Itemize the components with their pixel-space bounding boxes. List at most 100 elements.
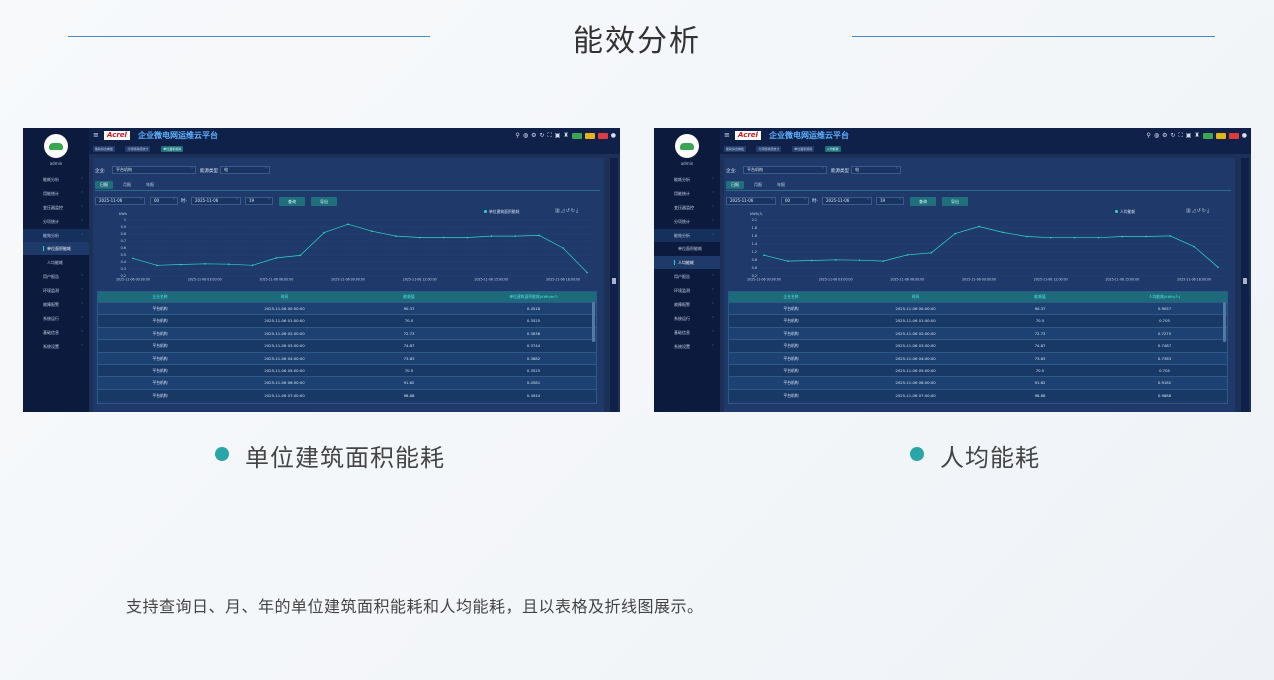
user-icon[interactable]: ● bbox=[611, 132, 616, 140]
data-point[interactable] bbox=[906, 254, 909, 256]
data-point[interactable] bbox=[1217, 266, 1219, 268]
company-select[interactable]: 平台机构 ˅ bbox=[112, 166, 196, 174]
sidebar-item[interactable]: 分项统计 ˅ bbox=[23, 215, 89, 228]
data-point[interactable] bbox=[323, 231, 325, 234]
tab[interactable]: 能耗综合看板 bbox=[93, 146, 116, 152]
end-date-input[interactable]: 2025-11-06 ˅ bbox=[822, 197, 872, 205]
status-badge[interactable] bbox=[1202, 133, 1213, 139]
data-point[interactable] bbox=[1026, 235, 1028, 238]
menu-icon[interactable]: ≡ bbox=[93, 131, 99, 139]
data-point[interactable] bbox=[299, 254, 302, 257]
tab[interactable]: 分项能耗值统计 bbox=[756, 146, 782, 152]
data-point[interactable] bbox=[1002, 231, 1004, 234]
sidebar-subitem[interactable]: 单位面积能耗 bbox=[654, 242, 720, 255]
data-point[interactable] bbox=[1121, 235, 1124, 238]
sidebar-item[interactable]: 基础信息 ˅ bbox=[654, 326, 720, 339]
sidebar-item[interactable]: 基础信息 ˅ bbox=[23, 326, 89, 339]
period-tab[interactable]: 月报 bbox=[118, 181, 136, 189]
search-icon[interactable]: ⚲ bbox=[515, 132, 519, 140]
data-point[interactable] bbox=[954, 232, 956, 235]
data-point[interactable] bbox=[787, 260, 789, 262]
data-point[interactable] bbox=[347, 223, 349, 225]
sidebar-item[interactable]: 故障报警 ˅ bbox=[654, 298, 720, 311]
fullscreen-icon[interactable]: ⛶ bbox=[547, 132, 551, 140]
refresh-icon[interactable]: ↻ bbox=[539, 132, 544, 140]
energy-type-select[interactable]: 电 ˅ bbox=[220, 166, 270, 174]
sidebar-item[interactable]: 变压器监控 ˅ bbox=[654, 201, 720, 214]
data-point[interactable] bbox=[586, 271, 588, 274]
data-point[interactable] bbox=[371, 230, 373, 232]
grid-icon[interactable]: ▣ bbox=[555, 132, 561, 140]
sidebar-item[interactable]: 用能统计 ˅ bbox=[23, 187, 89, 200]
refresh-icon[interactable]: ↻ bbox=[1170, 132, 1175, 140]
sidebar-item[interactable]: 系统运行 ˅ bbox=[654, 312, 720, 325]
sidebar-item[interactable]: 用能统计 ˅ bbox=[654, 187, 720, 200]
tab[interactable]: 人均能耗 bbox=[824, 146, 841, 152]
data-point[interactable] bbox=[562, 247, 564, 249]
grid-icon[interactable]: ▣ bbox=[1186, 132, 1192, 140]
data-point[interactable] bbox=[275, 257, 278, 259]
start-hour-select[interactable]: 00 ˅ bbox=[781, 197, 809, 205]
sidebar-item[interactable]: 分项统计 ˅ bbox=[654, 215, 720, 228]
data-point[interactable] bbox=[156, 264, 158, 267]
company-select[interactable]: 平台机构 ˅ bbox=[743, 166, 827, 174]
status-badge[interactable] bbox=[1215, 133, 1226, 139]
start-hour-select[interactable]: 00 ˅ bbox=[150, 197, 178, 205]
shirt-icon[interactable]: ♜ bbox=[1194, 132, 1199, 140]
data-point[interactable] bbox=[763, 254, 765, 257]
scrollbar[interactable] bbox=[1241, 158, 1249, 412]
tab[interactable]: 分项能耗值统计 bbox=[125, 146, 151, 152]
export-button[interactable]: 导出 bbox=[311, 197, 337, 206]
scrollbar[interactable] bbox=[610, 158, 618, 412]
sidebar-subitem[interactable]: 人均能耗 bbox=[23, 256, 89, 269]
data-point[interactable] bbox=[1193, 245, 1195, 248]
search-icon[interactable]: ⚲ bbox=[1146, 132, 1150, 140]
data-point[interactable] bbox=[1073, 236, 1076, 239]
period-tab[interactable]: 日报 bbox=[95, 181, 113, 189]
sidebar-item[interactable]: 故障报警 ˅ bbox=[23, 298, 89, 311]
data-point[interactable] bbox=[203, 262, 206, 265]
data-point[interactable] bbox=[834, 259, 837, 261]
query-button[interactable]: 查询 bbox=[279, 197, 305, 206]
sidebar-item[interactable]: 系统运行 ˅ bbox=[23, 312, 89, 325]
data-point[interactable] bbox=[930, 251, 933, 254]
end-date-input[interactable]: 2025-11-06 ˅ bbox=[191, 197, 241, 205]
sidebar-subitem[interactable]: 人均能耗 bbox=[654, 256, 720, 269]
data-point[interactable] bbox=[1097, 236, 1100, 239]
data-point[interactable] bbox=[227, 263, 230, 266]
sidebar-item[interactable]: 能耗分析 ˅ bbox=[654, 173, 720, 186]
data-point[interactable] bbox=[1049, 236, 1052, 239]
sidebar-item[interactable]: 系统设置 ˅ bbox=[23, 340, 89, 353]
query-button[interactable]: 查询 bbox=[910, 197, 936, 206]
sidebar-item[interactable]: 变压器监控 ˅ bbox=[23, 201, 89, 214]
data-point[interactable] bbox=[179, 263, 182, 266]
data-point[interactable] bbox=[858, 259, 861, 261]
sidebar-item[interactable]: 用户报告 ˅ bbox=[654, 270, 720, 283]
start-date-input[interactable]: 2025-11-06 ˅ bbox=[95, 197, 145, 205]
data-point[interactable] bbox=[1145, 235, 1148, 238]
end-hour-select[interactable]: 19 ˅ bbox=[876, 197, 904, 205]
data-point[interactable] bbox=[395, 235, 397, 237]
settings-icon[interactable]: ⚙ bbox=[1162, 132, 1167, 140]
sidebar-item[interactable]: 系统设置 ˅ bbox=[654, 340, 720, 353]
data-point[interactable] bbox=[490, 235, 493, 237]
user-icon[interactable]: ● bbox=[1242, 132, 1247, 140]
data-point[interactable] bbox=[418, 236, 421, 239]
globe-icon[interactable]: ◍ bbox=[523, 132, 528, 140]
energy-type-select[interactable]: 电 ˅ bbox=[851, 166, 901, 174]
sidebar-item[interactable]: 能效分析 ˄ bbox=[654, 229, 720, 242]
table-scrollbar[interactable] bbox=[592, 302, 595, 342]
status-badge[interactable] bbox=[584, 133, 595, 139]
period-tab[interactable]: 日报 bbox=[726, 181, 744, 189]
data-point[interactable] bbox=[251, 264, 254, 267]
data-point[interactable] bbox=[442, 236, 445, 239]
sidebar-item[interactable]: 环境监测 ˅ bbox=[654, 284, 720, 297]
shirt-icon[interactable]: ♜ bbox=[563, 132, 568, 140]
data-point[interactable] bbox=[810, 259, 813, 262]
status-badge[interactable] bbox=[597, 133, 608, 139]
period-tab[interactable]: 年报 bbox=[141, 181, 159, 189]
data-point[interactable] bbox=[1169, 235, 1172, 237]
end-hour-select[interactable]: 19 ˅ bbox=[245, 197, 273, 205]
sidebar-item[interactable]: 能耗分析 ˅ bbox=[23, 173, 89, 186]
data-point[interactable] bbox=[882, 260, 885, 262]
